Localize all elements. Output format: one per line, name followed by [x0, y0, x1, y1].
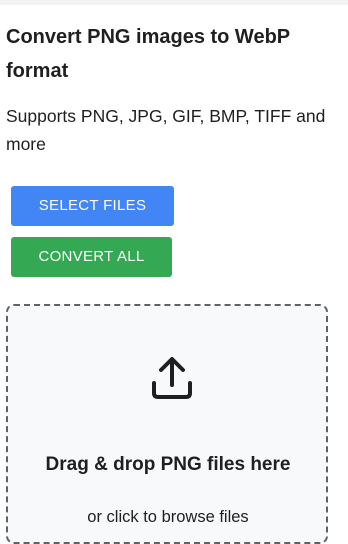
page-header: Convert PNG images to WebP format Suppor… [6, 20, 342, 158]
drop-zone-subtitle: or click to browse files [87, 508, 249, 526]
convert-all-button[interactable]: CONVERT ALL [11, 237, 172, 277]
top-bar [0, 0, 348, 5]
drop-zone-title: Drag & drop PNG files here [45, 454, 291, 475]
page-title: Convert PNG images to WebP format [6, 26, 290, 82]
select-files-button[interactable]: SELECT FILES [11, 186, 174, 226]
drop-zone[interactable]: Drag & drop PNG files here or click to b… [6, 304, 328, 544]
page-subtitle: Supports PNG, JPG, GIF, BMP, TIFF and mo… [6, 106, 326, 154]
upload-icon [152, 357, 192, 399]
